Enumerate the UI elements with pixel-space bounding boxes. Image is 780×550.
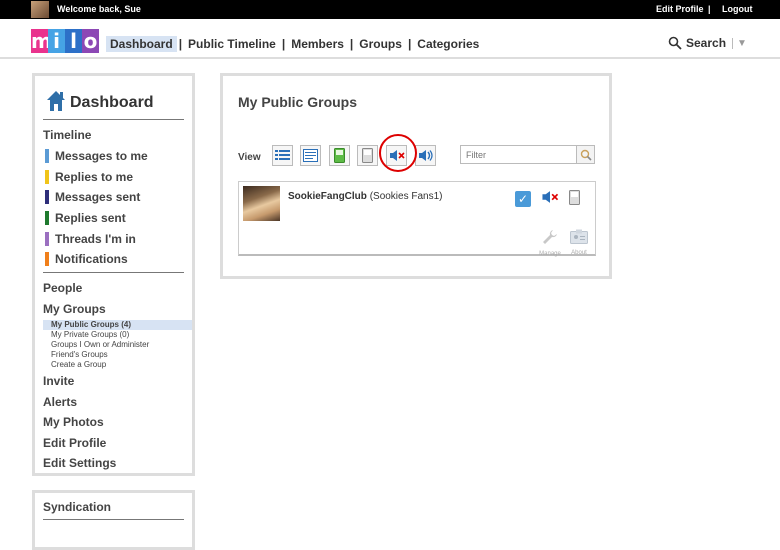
sidebar-header[interactable]: Dashboard: [46, 90, 154, 112]
filter-search-button[interactable]: [576, 145, 595, 164]
sidebar-item-edit-profile[interactable]: Edit Profile: [43, 436, 106, 450]
sidebar-item-replies-to-me[interactable]: Replies to me: [45, 170, 133, 184]
main-navbar: m i l o Dashboard | Public Timeline | Memb…: [0, 19, 780, 59]
info-card-icon: [570, 229, 588, 244]
filter-input[interactable]: [460, 145, 595, 164]
public-groups-panel: My Public Groups View SookieFangClub (So…: [220, 73, 612, 279]
divider: [43, 272, 184, 273]
page-title: My Public Groups: [238, 94, 358, 110]
sidebar-item-alerts[interactable]: Alerts: [43, 395, 77, 409]
sidebar-title: Dashboard: [70, 94, 154, 111]
nav-dashboard[interactable]: Dashboard: [106, 36, 177, 52]
logo-letter-i: i: [48, 29, 65, 53]
group-name[interactable]: SookieFangClub: [288, 191, 367, 202]
sidebar-item-messages-to-me[interactable]: Messages to me: [45, 149, 148, 163]
logo-letter-o: o: [82, 29, 99, 53]
top-bar: Welcome back, Sue Edit Profile | Logout: [0, 0, 780, 19]
speaker-icon: [418, 150, 433, 161]
logo-letter-m: m: [31, 29, 52, 53]
sidebar-item-create-group[interactable]: Create a Group: [43, 360, 192, 370]
topbar-separator: |: [708, 4, 711, 14]
sidebar-item-edit-settings[interactable]: Edit Settings: [43, 456, 116, 470]
sidebar: Dashboard Timeline Messages to me Replie…: [32, 73, 195, 476]
view-label: View: [238, 152, 261, 163]
document-icon: [303, 149, 318, 162]
sidebar-item-timeline[interactable]: Timeline: [43, 128, 91, 142]
nav-members[interactable]: Members: [287, 36, 348, 52]
edit-profile-link[interactable]: Edit Profile: [656, 4, 704, 14]
detail-view-button[interactable]: [300, 145, 321, 166]
syndication-panel: Syndication: [32, 490, 195, 550]
group-alias: (Sookies Fans1): [369, 191, 443, 202]
sidebar-item-threads[interactable]: Threads I'm in: [45, 232, 136, 246]
list-icon: [275, 150, 290, 160]
milo-logo[interactable]: m i l o: [31, 29, 99, 53]
sidebar-item-my-photos[interactable]: My Photos: [43, 415, 104, 429]
group-row: SookieFangClub (Sookies Fans1) ✓ Manage …: [238, 181, 596, 257]
unmute-button[interactable]: [415, 145, 436, 166]
sidebar-item-messages-sent[interactable]: Messages sent: [45, 190, 140, 204]
sidebar-item-invite[interactable]: Invite: [43, 374, 74, 388]
about-label: About: [571, 250, 587, 256]
search-label: Search: [686, 36, 727, 50]
group-mobile-toggle[interactable]: [569, 189, 580, 211]
highlight-circle: [379, 134, 417, 172]
sidebar-item-groups-i-own[interactable]: Groups I Own or Administer: [43, 340, 192, 350]
list-view-button[interactable]: [272, 145, 293, 166]
welcome-text: Welcome back, Sue: [57, 4, 141, 14]
search-icon: [668, 36, 682, 50]
chevron-down-icon[interactable]: ▼: [732, 37, 747, 49]
sidebar-item-my-private-groups[interactable]: My Private Groups (0): [43, 330, 192, 340]
sidebar-item-my-groups[interactable]: My Groups: [43, 302, 106, 316]
sidebar-item-replies-sent[interactable]: Replies sent: [45, 211, 126, 225]
manage-label: Manage: [539, 251, 561, 257]
sidebar-item-friends-groups[interactable]: Friend's Groups: [43, 350, 192, 360]
nav-public-timeline[interactable]: Public Timeline: [184, 36, 280, 52]
primary-nav: Dashboard | Public Timeline | Members | Gro…: [106, 36, 483, 52]
phone-icon: [362, 148, 373, 163]
phone-green-icon: [334, 148, 345, 163]
group-manage-button[interactable]: Manage: [537, 229, 563, 257]
divider: [43, 519, 184, 520]
mute-icon: [542, 191, 559, 203]
mobile-off-button[interactable]: [357, 145, 378, 166]
group-avatar[interactable]: [243, 186, 280, 221]
sidebar-item-my-public-groups[interactable]: My Public Groups (4): [43, 320, 192, 330]
magnifier-icon: [580, 149, 592, 161]
wrench-icon: [543, 230, 557, 244]
phone-icon: [569, 190, 580, 205]
divider: [43, 119, 184, 120]
logout-link[interactable]: Logout: [722, 4, 753, 14]
user-avatar[interactable]: [31, 1, 49, 18]
subscribed-checkbox[interactable]: ✓: [515, 191, 531, 207]
home-icon: [47, 91, 65, 111]
mobile-on-button[interactable]: [329, 145, 350, 166]
group-mute-toggle[interactable]: [541, 190, 559, 209]
sidebar-item-people[interactable]: People: [43, 281, 82, 295]
logo-letter-l: l: [65, 29, 82, 53]
group-about-button[interactable]: About: [567, 229, 591, 256]
syndication-title[interactable]: Syndication: [43, 500, 111, 514]
search-control[interactable]: Search ▼: [668, 36, 747, 50]
nav-groups[interactable]: Groups: [355, 36, 406, 52]
sidebar-item-notifications[interactable]: Notifications: [45, 252, 128, 266]
nav-categories[interactable]: Categories: [413, 36, 483, 52]
